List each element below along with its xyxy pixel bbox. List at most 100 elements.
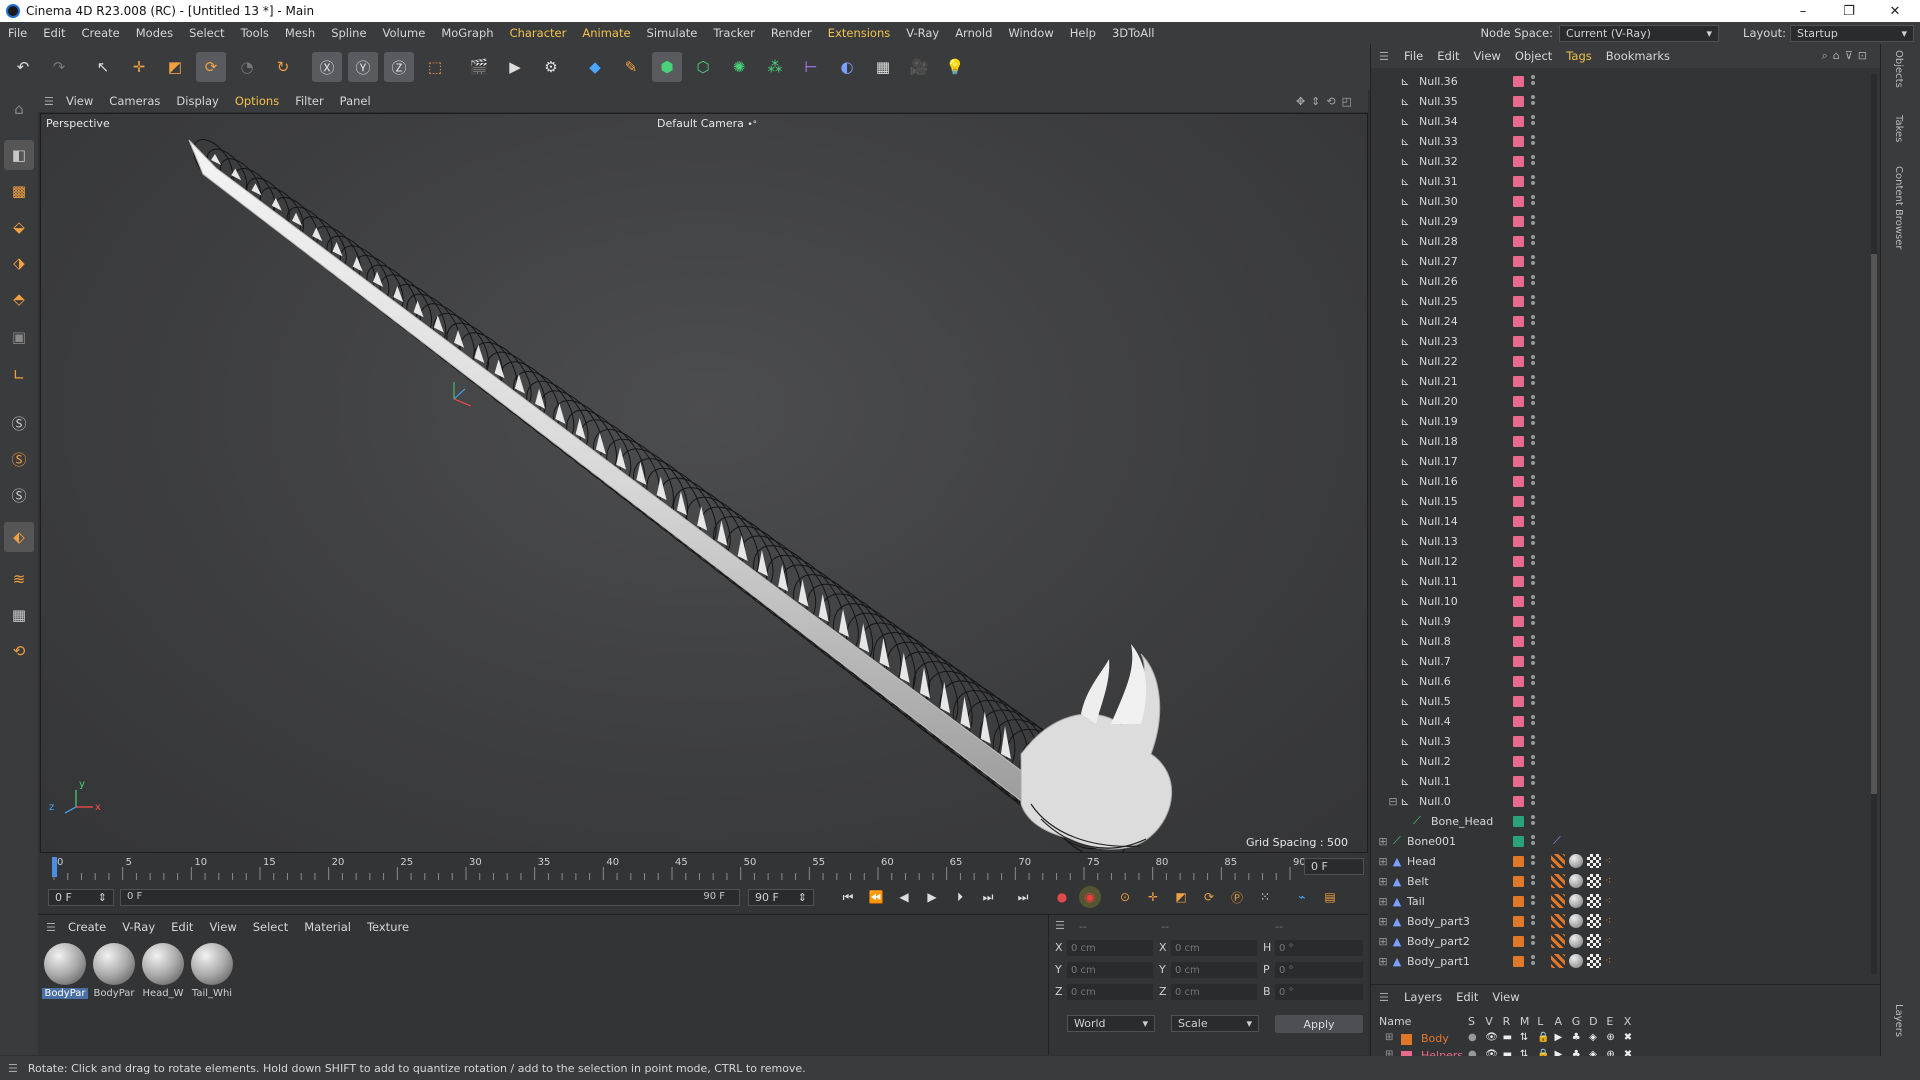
go-to-next-key-icon[interactable]: ⏭ [977,886,999,908]
visibility-dots[interactable] [1531,895,1535,907]
material-menu-edit[interactable]: Edit [163,920,201,934]
visibility-dots[interactable] [1531,95,1535,107]
material-tag-icon[interactable] [1569,894,1583,908]
material-menu-create[interactable]: Create [60,920,114,934]
object-row[interactable]: ⊾ Null.32 [1371,151,1881,171]
visibility-dots[interactable] [1531,435,1535,447]
previous-frame-icon[interactable]: ◀ [893,886,915,908]
visibility-dots[interactable] [1531,875,1535,887]
object-row[interactable]: ⊾ Null.17 [1371,451,1881,471]
layer-color-swatch[interactable] [1513,135,1524,147]
expand-icon[interactable]: ⊞ [1377,915,1389,928]
layer-color-swatch[interactable] [1513,475,1524,487]
uv-mode-icon[interactable]: ▣ [4,322,34,352]
layout-dropdown[interactable]: Startup ▾ [1790,24,1914,42]
object-menu-object[interactable]: Object [1508,49,1559,63]
object-row[interactable]: ⊾ Null.31 [1371,171,1881,191]
visibility-dots[interactable] [1531,315,1535,327]
cube-primitive-icon[interactable]: ◆ [580,52,610,82]
weight-tag-icon[interactable] [1551,954,1565,968]
visibility-dots[interactable] [1531,375,1535,387]
layer-color-swatch[interactable] [1513,835,1524,847]
keyframe-selection-icon[interactable]: ⊙ [1114,886,1136,908]
menu-3dtoall[interactable]: 3DToAll [1104,26,1163,40]
object-row[interactable]: ⊞ ▲ Body_part1 ⁖ [1371,951,1881,971]
grid-workplane-icon[interactable]: ▦ [4,600,34,630]
layer-toggle-icon[interactable]: 🔒 [1537,1032,1549,1043]
ik-tag-icon[interactable]: ⟋ [1551,834,1563,847]
solo-mode-icon[interactable]: ⟲ [4,636,34,666]
menu-simulate[interactable]: Simulate [639,26,706,40]
menu-v-ray[interactable]: V-Ray [898,26,947,40]
object-row[interactable]: ⊾ Null.22 [1371,351,1881,371]
node-space-dropdown[interactable]: Current (V-Ray) ▾ [1559,24,1720,42]
layer-color-swatch[interactable] [1513,275,1524,287]
object-row[interactable]: ⊾ Null.10 [1371,591,1881,611]
object-row[interactable]: ⊾ Null.3 [1371,731,1881,751]
layer-column-a[interactable]: A [1555,1015,1563,1028]
undo-icon[interactable]: ↶ [8,52,38,82]
material-tag-icon[interactable] [1569,934,1583,948]
material-menu-v-ray[interactable]: V-Ray [114,920,163,934]
visibility-dots[interactable] [1531,455,1535,467]
object-row[interactable]: ⊾ Null.11 [1371,571,1881,591]
object-search-filter-icons[interactable]: ⌕⌂⊽⊡ [1822,49,1872,63]
layer-color-swatch[interactable] [1513,575,1524,587]
object-row[interactable]: ⊾ Null.13 [1371,531,1881,551]
object-scrollbar[interactable] [1871,74,1877,974]
menu-mograph[interactable]: MoGraph [433,26,501,40]
viewport-menu-filter[interactable]: Filter [287,94,331,108]
material-swatch[interactable]: BodyPar [91,943,137,1007]
close-button[interactable]: ✕ [1872,0,1918,22]
menu-help[interactable]: Help [1062,26,1104,40]
viewport-menu-cameras[interactable]: Cameras [101,94,168,108]
viewport-menu-panel[interactable]: Panel [332,94,379,108]
layer-color-swatch[interactable] [1513,95,1524,107]
visibility-dots[interactable] [1531,915,1535,927]
minimize-button[interactable]: – [1780,0,1826,22]
visibility-dots[interactable] [1531,235,1535,247]
material-tag-icon[interactable] [1569,854,1583,868]
size-field[interactable]: 0 cm [1171,984,1257,1000]
layer-column-m[interactable]: M [1520,1015,1530,1028]
visibility-dots[interactable] [1531,935,1535,947]
layer-color-swatch[interactable] [1401,1034,1412,1045]
uvw-tag-icon[interactable] [1587,874,1601,888]
expand-icon[interactable]: ⊞ [1377,855,1389,868]
layer-color-swatch[interactable] [1513,355,1524,367]
model-mode-icon[interactable]: ◧ [4,140,34,170]
size-field[interactable]: 0 cm [1171,962,1257,978]
object-row[interactable]: ⊞ ▲ Head ⁖ [1371,851,1881,871]
layer-color-swatch[interactable] [1513,635,1524,647]
layer-color-swatch[interactable] [1513,795,1524,807]
layer-toggle-icon[interactable]: ⊕ [1606,1032,1614,1043]
move-tool-icon[interactable]: ✛ [124,52,154,82]
object-row[interactable]: ⊾ Null.9 [1371,611,1881,631]
layer-color-swatch[interactable] [1513,655,1524,667]
object-row[interactable]: ⊞ ▲ Belt ⁖ [1371,871,1881,891]
menu-extensions[interactable]: Extensions [820,26,898,40]
layer-color-swatch[interactable] [1513,895,1524,907]
menu-select[interactable]: Select [181,26,232,40]
next-frame-icon[interactable]: ⏵ [949,886,971,908]
position-field[interactable]: 0 cm [1067,984,1153,1000]
timeline-window-icon[interactable]: ▤ [1319,886,1341,908]
object-row[interactable]: ⊾ Null.12 [1371,551,1881,571]
layer-color-swatch[interactable] [1513,675,1524,687]
side-tab-content-browser[interactable]: Content Browser [1893,166,1904,249]
layer-color-swatch[interactable] [1513,695,1524,707]
visibility-dots[interactable] [1531,675,1535,687]
key-parameter-icon[interactable]: Ⓟ [1226,886,1248,908]
object-row[interactable]: ⊞ ▲ Body_part2 ⁖ [1371,931,1881,951]
go-to-end-icon[interactable]: ⏭ [1012,886,1034,908]
object-row[interactable]: ⊟ ⊾ Null.0 [1371,791,1881,811]
layer-color-swatch[interactable] [1513,955,1524,967]
skin-tag-icon[interactable]: ⁖ [1605,914,1619,928]
object-row[interactable]: ⊾ Null.35 [1371,91,1881,111]
visibility-dots[interactable] [1531,715,1535,727]
object-row[interactable]: ⊾ Null.28 [1371,231,1881,251]
play-icon[interactable]: ▶ [921,886,943,908]
layer-column-r[interactable]: R [1503,1015,1511,1028]
layer-toggle-icon[interactable]: ◈ [1589,1032,1597,1043]
y-axis-lock-icon[interactable]: Ⓨ [348,52,378,82]
